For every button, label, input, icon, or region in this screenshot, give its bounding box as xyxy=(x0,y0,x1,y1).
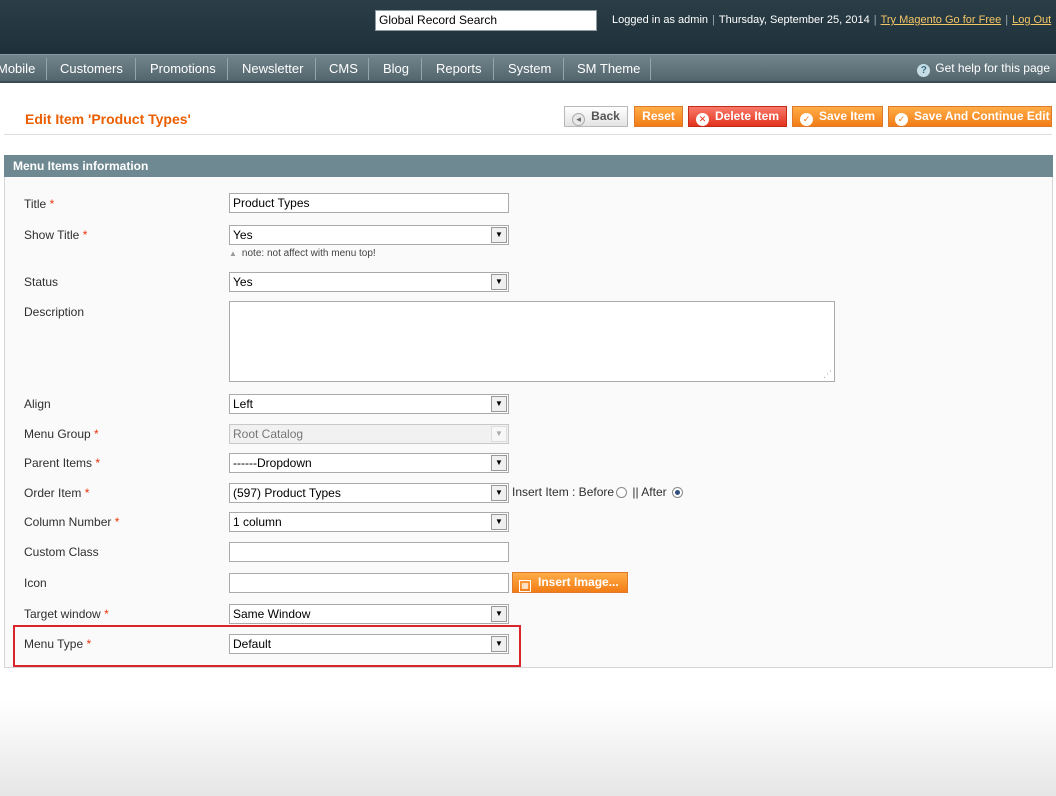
insert-image-button[interactable]: ▦ Insert Image... xyxy=(512,572,628,593)
nav-item-cms[interactable]: CMS xyxy=(329,55,358,82)
icon-input[interactable] xyxy=(229,573,509,593)
chevron-down-icon: ▼ xyxy=(491,455,507,471)
parent-items-label: Parent Items * xyxy=(24,456,101,470)
arrow-left-icon: ◂ xyxy=(572,113,586,126)
back-button[interactable]: ◂ Back xyxy=(564,106,628,127)
triangle-up-icon: ▲ xyxy=(229,249,237,258)
menu-group-select: Root Catalog ▼ xyxy=(229,424,509,444)
delete-icon: ✕ xyxy=(695,113,709,126)
top-header: Global Record Search Logged in as admin |… xyxy=(0,0,1056,54)
save-continue-label: Save And Continue Edit xyxy=(914,109,1050,123)
nav-item-system[interactable]: System xyxy=(508,55,551,82)
chevron-down-icon: ▼ xyxy=(491,274,507,290)
try-magento-link[interactable]: Try Magento Go for Free xyxy=(881,14,1002,26)
show-title-select[interactable]: Yes ▼ xyxy=(229,225,509,245)
insert-after-label: || After xyxy=(632,485,667,499)
save-continue-button[interactable]: ✓ Save And Continue Edit xyxy=(888,106,1052,127)
chevron-down-icon: ▼ xyxy=(491,514,507,530)
insert-before-label: Insert Item : Before xyxy=(512,485,615,499)
check-icon: ✓ xyxy=(895,113,908,126)
page-title: Edit Item 'Product Types' xyxy=(25,111,191,127)
column-number-label: Column Number * xyxy=(24,515,120,529)
target-window-label: Target window * xyxy=(24,607,109,621)
save-item-button[interactable]: ✓ Save Item xyxy=(792,106,883,127)
help-link[interactable]: ? Get help for this page xyxy=(917,55,1050,82)
menu-type-select[interactable]: Default ▼ xyxy=(229,634,509,654)
chevron-down-icon: ▼ xyxy=(491,636,507,652)
nav-item-promotions[interactable]: Promotions xyxy=(150,55,216,82)
insert-position: Insert Item : Before || After xyxy=(512,485,685,499)
align-select[interactable]: Left ▼ xyxy=(229,394,509,414)
column-number-select[interactable]: 1 column ▼ xyxy=(229,512,509,532)
description-textarea[interactable]: ⋰ xyxy=(229,301,835,382)
image-icon: ▦ xyxy=(519,580,531,592)
custom-class-label: Custom Class xyxy=(24,545,99,559)
nav-item-reports[interactable]: Reports xyxy=(436,55,482,82)
help-icon: ? xyxy=(917,64,931,77)
chevron-down-icon: ▼ xyxy=(491,227,507,243)
custom-class-input[interactable] xyxy=(229,542,509,562)
logout-link[interactable]: Log Out xyxy=(1012,14,1051,26)
save-label: Save Item xyxy=(818,109,876,123)
nav-item-customers[interactable]: Customers xyxy=(60,55,123,82)
chevron-down-icon: ▼ xyxy=(491,396,507,412)
main-nav: Mobile Customers Promotions Newsletter C… xyxy=(0,54,1056,83)
nav-item-mobile[interactable]: Mobile xyxy=(0,55,35,82)
align-label: Align xyxy=(24,397,51,411)
description-label: Description xyxy=(24,305,85,319)
back-label: Back xyxy=(591,109,620,123)
header-links: Logged in as admin | Thursday, September 2… xyxy=(612,14,1052,26)
chevron-down-icon: ▼ xyxy=(491,426,507,442)
reset-label: Reset xyxy=(642,109,675,123)
parent-items-select[interactable]: ------Dropdown ▼ xyxy=(229,453,509,473)
order-item-select[interactable]: (597) Product Types ▼ xyxy=(229,483,509,503)
help-label: Get help for this page xyxy=(935,61,1050,75)
resize-grip-icon[interactable]: ⋰ xyxy=(823,369,832,380)
chevron-down-icon: ▼ xyxy=(491,485,507,501)
reset-button[interactable]: Reset xyxy=(634,106,683,127)
delete-item-button[interactable]: ✕ Delete Item xyxy=(688,106,787,127)
nav-item-newsletter[interactable]: Newsletter xyxy=(242,55,303,82)
logged-in-text: Logged in as admin xyxy=(612,14,709,26)
order-item-label: Order Item * xyxy=(24,486,90,500)
insert-image-label: Insert Image... xyxy=(538,575,619,589)
nav-item-blog[interactable]: Blog xyxy=(383,55,409,82)
status-label: Status xyxy=(24,275,59,289)
fieldset-body xyxy=(4,177,1053,668)
menu-group-label: Menu Group * xyxy=(24,427,99,441)
nav-item-sm-theme[interactable]: SM Theme xyxy=(577,55,640,82)
status-select[interactable]: Yes ▼ xyxy=(229,272,509,292)
show-title-note: ▲ note: not affect with menu top! xyxy=(229,248,376,259)
target-window-select[interactable]: Same Window ▼ xyxy=(229,604,509,624)
global-search-input[interactable]: Global Record Search xyxy=(375,10,597,31)
chevron-down-icon: ▼ xyxy=(491,606,507,622)
insert-before-radio[interactable] xyxy=(616,487,628,498)
title-input[interactable]: Product Types xyxy=(229,193,509,213)
title-divider xyxy=(4,134,1052,135)
show-title-label: Show Title * xyxy=(24,228,88,242)
delete-label: Delete Item xyxy=(714,109,780,123)
fieldset-legend: Menu Items information xyxy=(4,155,1053,177)
check-icon: ✓ xyxy=(799,113,813,126)
icon-label: Icon xyxy=(24,576,47,590)
header-date: Thursday, September 25, 2014 xyxy=(718,14,870,26)
title-label: Title * xyxy=(24,197,55,211)
insert-after-radio[interactable] xyxy=(671,487,683,498)
menu-type-label: Menu Type * xyxy=(24,637,92,651)
